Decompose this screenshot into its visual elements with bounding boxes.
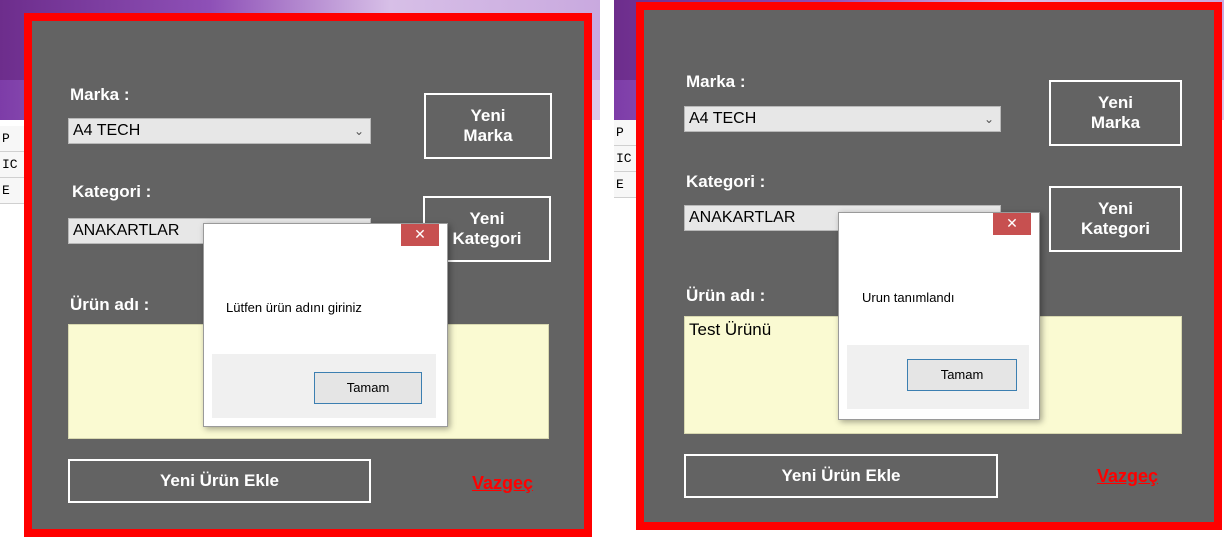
product-form: Marka : A4 TECH ⌄ Yeni Marka Kategori : …	[24, 13, 592, 537]
ok-button[interactable]: Tamam	[907, 359, 1017, 391]
chevron-down-icon[interactable]: ⌄	[984, 107, 994, 131]
chevron-down-icon[interactable]: ⌄	[354, 119, 364, 143]
new-category-button-line1: Yeni	[1098, 199, 1133, 219]
add-product-button[interactable]: Yeni Ürün Ekle	[68, 459, 371, 503]
message-dialog: ✕ Lütfen ürün adını giriniz Tamam	[203, 223, 448, 427]
new-category-button-line2: Kategori	[1081, 219, 1150, 238]
dialog-body: Urun tanımlandı	[847, 249, 1029, 345]
marka-label: Marka :	[70, 85, 130, 104]
left-screenshot: P IC E Marka : A4 TECH ⌄ Yeni Marka Kate…	[0, 0, 600, 539]
close-icon[interactable]: ✕	[993, 213, 1031, 235]
kategori-select-value: ANAKARTLAR	[689, 209, 796, 226]
add-product-button[interactable]: Yeni Ürün Ekle	[684, 454, 998, 498]
cancel-link[interactable]: Vazgeç	[1097, 466, 1158, 487]
message-dialog: ✕ Urun tanımlandı Tamam	[838, 212, 1040, 420]
marka-label: Marka :	[686, 72, 746, 91]
close-icon[interactable]: ✕	[401, 224, 439, 246]
marka-select[interactable]: A4 TECH ⌄	[68, 118, 371, 144]
dialog-body: Lütfen ürün adını giriniz	[212, 262, 436, 354]
kategori-label: Kategori :	[686, 172, 766, 191]
cancel-link[interactable]: Vazgeç	[472, 473, 533, 494]
product-name-label: Ürün adı :	[70, 295, 150, 314]
dialog-footer: Tamam	[212, 354, 436, 418]
new-brand-button-line1: Yeni	[1098, 93, 1133, 113]
new-brand-button-line2: Marka	[463, 126, 513, 145]
new-brand-button[interactable]: Yeni Marka	[1049, 80, 1182, 146]
kategori-label: Kategori :	[72, 182, 152, 201]
new-brand-button[interactable]: Yeni Marka	[424, 93, 552, 159]
new-brand-button-line1: Yeni	[470, 106, 506, 126]
marka-select-value: A4 TECH	[689, 110, 757, 127]
dialog-message: Urun tanımlandı	[862, 290, 955, 305]
dialog-footer: Tamam	[847, 345, 1029, 409]
new-category-button[interactable]: Yeni Kategori	[1049, 186, 1182, 252]
product-name-label: Ürün adı :	[686, 286, 766, 305]
new-category-button-line1: Yeni	[469, 209, 505, 229]
dialog-message: Lütfen ürün adını giriniz	[226, 300, 362, 315]
kategori-select-value: ANAKARTLAR	[73, 222, 180, 239]
marka-select-value: A4 TECH	[73, 122, 141, 139]
new-brand-button-line2: Marka	[1090, 113, 1141, 132]
marka-select[interactable]: A4 TECH ⌄	[684, 106, 1001, 132]
right-screenshot: P IC E Marka : A4 TECH ⌄ Yeni Marka Kate…	[614, 0, 1224, 539]
product-form: Marka : A4 TECH ⌄ Yeni Marka Kategori : …	[636, 2, 1222, 530]
ok-button[interactable]: Tamam	[314, 372, 422, 404]
new-category-button-line2: Kategori	[452, 229, 522, 248]
